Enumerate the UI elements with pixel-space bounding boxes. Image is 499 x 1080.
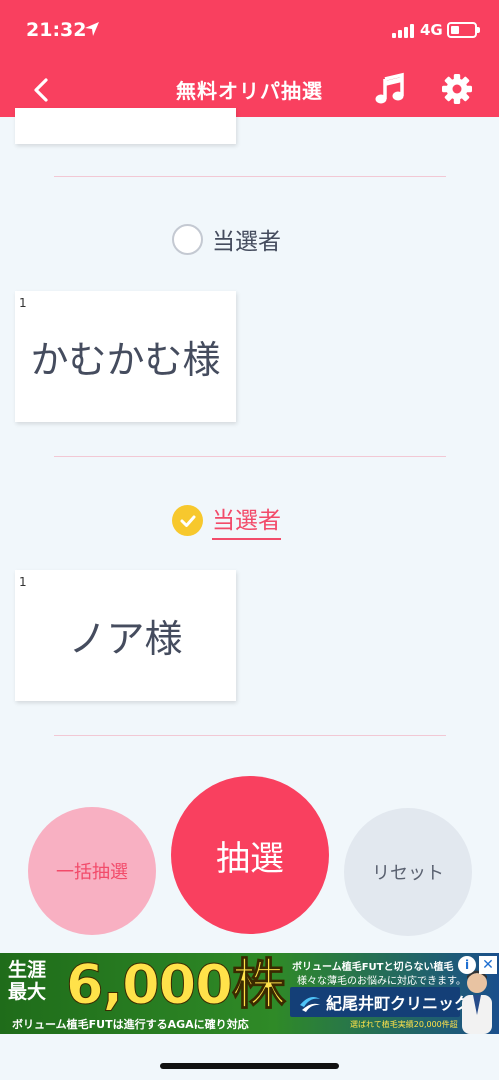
bulk-draw-button[interactable]: 一括抽選 [28,807,156,935]
status-time: 21:32 [26,19,87,41]
draw-button[interactable]: 抽選 [171,776,329,934]
ad-banner[interactable]: 生涯 最大 6,000株 ボリューム植毛FUTと切らない植毛 様々な薄毛のお悩み… [0,953,499,1034]
page-title: 無料オリパ抽選 [176,79,323,103]
divider [54,176,446,177]
music-note-icon[interactable] [374,72,408,106]
winner-label: 当選者 [212,501,281,540]
reset-button[interactable]: リセット [344,808,472,936]
ad-bottom-text: ボリューム植毛FUTは進行するAGAに確り対応 [12,1018,249,1031]
ad-left-line1: 生涯 [8,959,47,981]
ad-text-line1: ボリューム植毛FUTと切らない植毛 [292,962,454,973]
location-arrow-icon [85,22,99,36]
ad-text-line2: 様々な薄毛のお悩みに対応できます。 [297,976,466,987]
ad-headline: 6,000株 [66,953,287,1017]
doctor-image [462,970,492,1034]
result-card-previous [15,108,236,144]
app-screen: 21:32 4G 無料オリパ抽選 当選者 1 かむかむ様 当選者 1 ノア様 一… [0,0,499,1080]
winner-toggle-1[interactable]: 当選者 [172,222,281,256]
winner-label: 当選者 [212,229,281,255]
ad-clinic-sub: 選ばれて植毛実績20,000件超 [350,1020,458,1029]
signal-icon [392,24,414,38]
gear-icon[interactable] [440,72,474,106]
result-card: 1 ノア様 [15,570,236,701]
divider [54,735,446,736]
header: 21:32 4G 無料オリパ抽選 [0,0,499,117]
winner-name: ノア様 [68,617,183,661]
clinic-logo-icon [300,997,320,1012]
result-card: 1 かむかむ様 [15,291,236,422]
battery-icon [447,22,480,38]
checkmark-icon[interactable] [172,505,203,536]
ad-clinic-name: 紀尾井町クリニック [326,994,471,1013]
status-bar: 21:32 4G [0,0,499,60]
winner-name: かむかむ様 [30,338,221,382]
network-type: 4G [420,21,443,39]
divider [54,456,446,457]
radio-unchecked[interactable] [172,223,203,255]
home-indicator [160,1063,339,1069]
winner-toggle-2[interactable]: 当選者 [172,501,281,540]
ad-close-icon[interactable]: ✕ [479,956,497,974]
ad-left-text: 生涯 最大 [8,959,52,1003]
ad-left-line2: 最大 [8,981,47,1003]
ad-info-icon[interactable]: i [458,956,476,974]
